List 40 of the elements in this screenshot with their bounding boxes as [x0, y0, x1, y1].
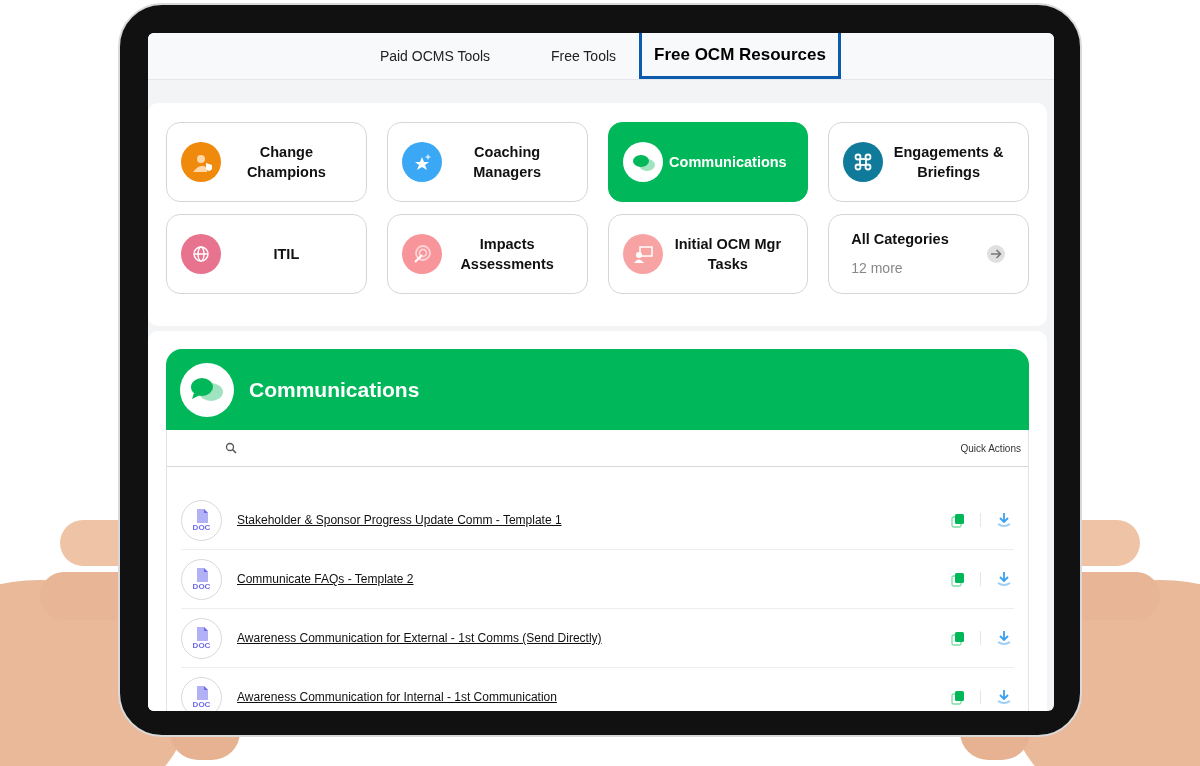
- category-tile[interactable]: Change Champions: [166, 122, 367, 202]
- category-label: Communications: [668, 153, 788, 172]
- document-link[interactable]: Awareness Communication for External - 1st Comms (Send Directly): [237, 629, 936, 647]
- more-count: 12 more: [851, 259, 904, 279]
- document-link[interactable]: Communicate FAQs - Template 2: [237, 570, 936, 588]
- quick-actions-label: Quick Actions: [960, 441, 1021, 456]
- category-tile[interactable]: Engagements & Briefings: [828, 122, 1029, 202]
- tab[interactable]: Paid OCMS Tools: [342, 33, 528, 79]
- document-link[interactable]: Awareness Communication for Internal - 1st Communication: [237, 688, 936, 706]
- document-icon: DOC: [181, 558, 222, 600]
- download-icon[interactable]: [996, 689, 1012, 705]
- copy-icon[interactable]: [951, 571, 965, 587]
- panel-title: Communications: [249, 376, 420, 403]
- search-icon[interactable]: [225, 442, 237, 454]
- category-tile[interactable]: Coaching Managers: [386, 122, 588, 202]
- category-label: Initial OCM Mgr Tasks: [673, 235, 783, 274]
- tab[interactable]: Free OCM Resources: [639, 33, 841, 79]
- download-icon[interactable]: [996, 630, 1012, 646]
- category-label: Impacts Assessments: [459, 235, 555, 274]
- document-icon: DOC: [181, 499, 222, 541]
- category-label: All Categories: [851, 229, 949, 249]
- category-tile[interactable]: Initial OCM Mgr Tasks: [607, 214, 809, 294]
- category-label: Coaching Managers: [472, 143, 542, 182]
- category-tile[interactable]: Impacts Assessments: [386, 214, 588, 294]
- category-label: ITIL: [272, 245, 301, 264]
- chat-bubbles-icon: [189, 375, 225, 404]
- category-label: Engagements & Briefings: [892, 143, 1005, 182]
- category-tile[interactable]: All Categories 12 more: [828, 214, 1029, 294]
- download-icon[interactable]: [996, 571, 1012, 587]
- category-tile[interactable]: ITIL: [166, 214, 367, 294]
- copy-icon[interactable]: [951, 512, 965, 528]
- download-icon[interactable]: [996, 512, 1012, 528]
- document-link[interactable]: Stakeholder & Sponsor Progress Update Comm - Template 1: [237, 511, 936, 529]
- arrow-right-icon: [986, 244, 1006, 264]
- document-icon: DOC: [181, 676, 222, 711]
- document-icon: DOC: [181, 617, 222, 659]
- copy-icon[interactable]: [951, 630, 965, 646]
- copy-icon[interactable]: [951, 689, 965, 705]
- tab[interactable]: Free Tools: [528, 33, 639, 79]
- category-label: Change Champions: [245, 143, 327, 182]
